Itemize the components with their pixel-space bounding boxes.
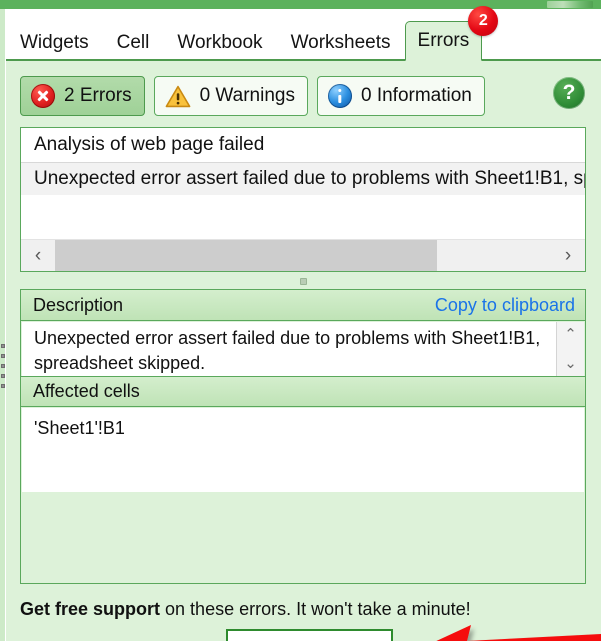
help-icon[interactable]: ? xyxy=(553,77,585,109)
affected-cells-header: Affected cells xyxy=(21,376,585,407)
description-group: Description Copy to clipboard Unexpected… xyxy=(20,289,586,584)
left-splitter-grip[interactable] xyxy=(0,342,5,390)
info-icon xyxy=(327,84,352,108)
error-list[interactable]: Analysis of web page failed Unexpected e… xyxy=(20,127,586,272)
tab-workbook[interactable]: Workbook xyxy=(163,23,276,61)
severity-filter-toolbar: 2 Errors 0 Warnings 0 Information xyxy=(20,75,485,117)
list-item-label: Analysis of web page failed xyxy=(34,133,265,155)
scrollbar-thumb[interactable] xyxy=(55,240,437,271)
tab-errors[interactable]: Errors 2 xyxy=(404,6,499,61)
list-item[interactable]: Unexpected error assert failed due to pr… xyxy=(21,162,585,196)
description-vertical-scrollbar[interactable]: ⌃ ⌄ xyxy=(556,322,584,376)
tab-bottom-line xyxy=(6,59,601,61)
tab-bar: Widgets Cell Workbook Worksheets Errors … xyxy=(6,6,601,61)
tab-cell-label: Cell xyxy=(116,32,150,54)
affected-cells-body[interactable]: 'Sheet1'!B1 xyxy=(22,408,584,492)
help-icon-glyph: ? xyxy=(562,80,576,104)
error-icon xyxy=(31,84,55,108)
support-message-rest: on these errors. It won't take a minute! xyxy=(160,599,471,619)
scroll-down-arrow-icon[interactable]: ⌄ xyxy=(564,354,577,372)
tab-errors-label: Errors xyxy=(417,30,470,52)
scrollbar-track[interactable] xyxy=(55,240,551,271)
scroll-up-arrow-icon[interactable]: ⌃ xyxy=(564,325,577,343)
information-filter-button[interactable]: 0 Information xyxy=(316,76,485,116)
description-header: Description Copy to clipboard xyxy=(21,290,585,321)
tab-workbook-label: Workbook xyxy=(177,32,263,54)
description-text: Unexpected error assert failed due to pr… xyxy=(34,328,541,373)
description-title: Description xyxy=(33,294,124,315)
information-filter-label: 0 Information xyxy=(360,85,472,106)
warning-icon xyxy=(165,85,191,108)
errors-panel-window: Widgets Cell Workbook Worksheets Errors … xyxy=(0,0,601,641)
scroll-left-arrow-icon[interactable]: ‹ xyxy=(21,240,55,271)
errors-filter-label: 2 Errors xyxy=(64,85,132,106)
errors-panel-body: 2 Errors 0 Warnings 0 Information ? Anal… xyxy=(6,61,601,641)
tab-worksheets-label: Worksheets xyxy=(290,32,391,54)
warnings-filter-label: 0 Warnings xyxy=(199,85,295,106)
grip-dot xyxy=(0,374,5,378)
red-arrow-annotation-icon xyxy=(419,624,601,641)
tab-worksheets[interactable]: Worksheets xyxy=(277,23,405,61)
window-title-strip xyxy=(0,0,601,9)
description-body: Unexpected error assert failed due to pr… xyxy=(22,322,584,376)
grip-dot xyxy=(0,384,5,388)
affected-cells-title: Affected cells xyxy=(33,381,140,401)
tab-widgets[interactable]: Widgets xyxy=(6,23,103,61)
grip-dot xyxy=(0,344,5,348)
grip-dot xyxy=(0,354,5,358)
list-item[interactable]: Analysis of web page failed xyxy=(21,128,585,162)
support-message-bold: Get free support xyxy=(20,599,161,619)
errors-count-badge: 2 xyxy=(468,6,499,37)
window-controls-blob xyxy=(547,1,593,8)
tab-cell[interactable]: Cell xyxy=(103,23,164,61)
affected-cells-value: 'Sheet1'!B1 xyxy=(34,418,125,438)
splitter-grip-dot xyxy=(299,277,307,285)
support-message: Get free support on these errors. It won… xyxy=(20,599,471,620)
list-item-label: Unexpected error assert failed due to pr… xyxy=(34,168,586,189)
scroll-right-arrow-icon[interactable]: › xyxy=(551,240,585,271)
errors-filter-button[interactable]: 2 Errors xyxy=(20,76,145,116)
help-me-button[interactable]: Help me! xyxy=(226,629,393,641)
horizontal-splitter[interactable] xyxy=(20,274,586,288)
tab-strip: Widgets Cell Workbook Worksheets Errors … xyxy=(6,6,499,61)
grip-dot xyxy=(0,364,5,368)
copy-to-clipboard-link[interactable]: Copy to clipboard xyxy=(435,295,575,316)
error-list-horizontal-scrollbar[interactable]: ‹ › xyxy=(21,239,585,271)
warnings-filter-button[interactable]: 0 Warnings xyxy=(153,76,308,116)
tab-widgets-label: Widgets xyxy=(20,32,89,54)
